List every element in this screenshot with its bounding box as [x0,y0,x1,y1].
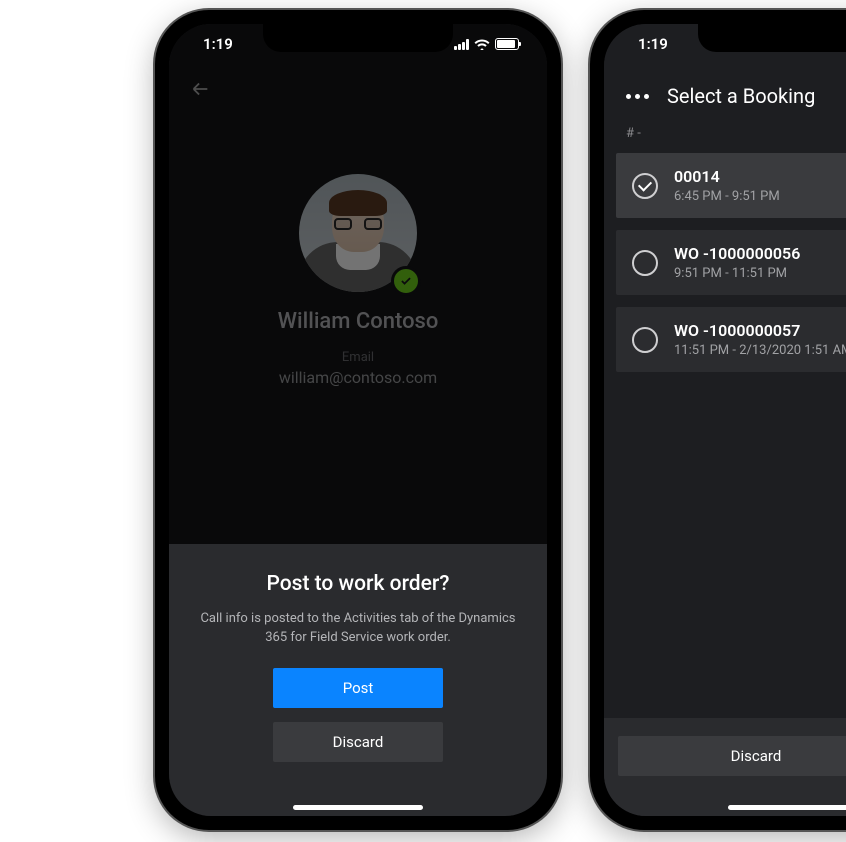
discard-button[interactable]: Discard [273,722,443,762]
radio-selected-icon [632,173,658,199]
home-indicator[interactable] [293,805,423,810]
more-menu-icon[interactable] [626,94,649,99]
discard-button[interactable]: Discard [618,736,846,776]
post-sheet: Post to work order? Call info is posted … [169,544,547,816]
phone-screen: 1:19 Select a Booking # - 00014 6:45 PM … [604,24,846,816]
post-button[interactable]: Post [273,668,443,708]
cellular-signal-icon [454,39,469,50]
battery-icon [495,38,519,50]
booking-title: 00014 [674,167,780,186]
notch [698,24,846,52]
status-time: 1:19 [638,35,668,53]
status-icons [454,38,519,50]
page-title: Select a Booking [667,84,815,108]
booking-item[interactable]: WO -1000000057 11:51 PM - 2/13/2020 1:51… [616,307,846,372]
booking-time: 6:45 PM - 9:51 PM [674,189,780,204]
booking-footer: Discard [604,718,846,816]
wifi-icon [474,38,490,50]
booking-item[interactable]: 00014 6:45 PM - 9:51 PM [616,153,846,218]
home-indicator[interactable] [728,805,846,810]
sheet-description: Call info is posted to the Activities ta… [193,610,523,648]
phone-frame: 1:19 Select a Booking # - 00014 6:45 PM … [590,10,846,830]
phone-frame: 1:19 [155,10,561,830]
phone-screen: 1:19 [169,24,547,816]
sheet-title: Post to work order? [189,572,527,596]
booking-list: 00014 6:45 PM - 9:51 PM WO -1000000056 9… [604,153,846,372]
notch [263,24,453,52]
booking-title: WO -1000000057 [674,321,846,340]
status-time: 1:19 [203,35,233,53]
radio-unselected-icon [632,327,658,353]
booking-title: WO -1000000056 [674,244,800,263]
booking-header: Select a Booking [604,70,846,126]
radio-unselected-icon [632,250,658,276]
booking-list-content: Select a Booking # - 00014 6:45 PM - 9:5… [604,24,846,816]
list-header-label: # - [604,126,846,153]
booking-time: 9:51 PM - 11:51 PM [674,266,800,281]
booking-item[interactable]: WO -1000000056 9:51 PM - 11:51 PM [616,230,846,295]
booking-time: 11:51 PM - 2/13/2020 1:51 AM [674,343,846,358]
